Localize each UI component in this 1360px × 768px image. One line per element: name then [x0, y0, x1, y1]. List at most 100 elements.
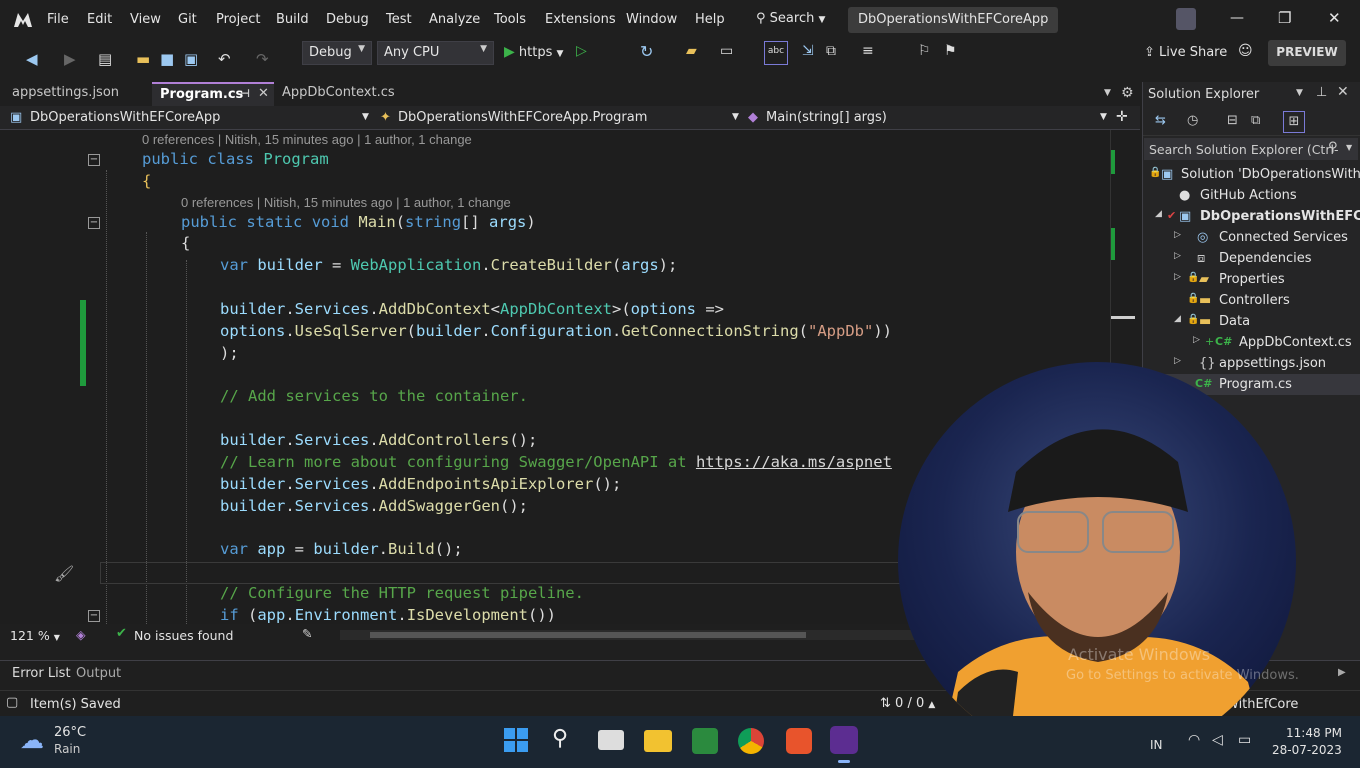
- tab-appdbcontext[interactable]: AppDbContext.cs: [274, 82, 403, 106]
- app-icon[interactable]: [786, 728, 812, 754]
- expanded-icon[interactable]: ◢: [1155, 209, 1162, 219]
- zoom-level[interactable]: 121 % ▼: [10, 628, 60, 643]
- app-icon[interactable]: [692, 728, 718, 754]
- new-item-icon[interactable]: ▤: [98, 50, 112, 68]
- collapse-all-icon[interactable]: ⊟: [1227, 113, 1238, 128]
- menu-file[interactable]: File: [47, 12, 69, 27]
- collapse-icon[interactable]: −: [88, 610, 100, 622]
- class-dropdown[interactable]: ✦ DbOperationsWithEFCoreApp.Program ▼: [378, 108, 742, 128]
- code-lens[interactable]: 0 references | Nitish, 15 minutes ago | …: [181, 195, 511, 210]
- save-all-icon[interactable]: ▣: [184, 50, 198, 68]
- search-solution-explorer[interactable]: Search Solution Explorer (Ctrl- ⚲ ▼: [1144, 138, 1358, 160]
- feedback-icon[interactable]: ☺: [1238, 43, 1253, 59]
- copilot-icon[interactable]: ◈: [76, 627, 86, 642]
- minimize-button[interactable]: —: [1230, 10, 1244, 26]
- menu-debug[interactable]: Debug: [326, 12, 369, 27]
- collapsed-icon[interactable]: ▷: [1174, 356, 1181, 366]
- preview-button[interactable]: PREVIEW: [1268, 40, 1346, 66]
- account-avatar[interactable]: [1176, 8, 1196, 30]
- history-icon[interactable]: ◷: [1187, 113, 1198, 128]
- tree-item-dependencies[interactable]: ▷ ⧈ Dependencies: [1143, 248, 1360, 269]
- split-icon[interactable]: ✛: [1116, 109, 1128, 125]
- back-icon[interactable]: ◀: [26, 50, 38, 68]
- vs-logo-icon[interactable]: [12, 9, 34, 31]
- visual-studio-icon[interactable]: [830, 726, 858, 754]
- show-all-icon[interactable]: ⧉: [1251, 113, 1260, 128]
- project-dropdown[interactable]: ▣ DbOperationsWithEFCoreApp ▼: [8, 108, 372, 128]
- tree-item-appdbcontext[interactable]: ▷ + C# AppDbContext.cs: [1143, 332, 1360, 353]
- collapsed-icon[interactable]: ▷: [1174, 251, 1181, 261]
- bookmark-prev-icon[interactable]: ⚑: [944, 43, 957, 59]
- scroll-thumb[interactable]: [370, 632, 806, 638]
- cleanup-icon[interactable]: ✎: [302, 626, 312, 641]
- menu-edit[interactable]: Edit: [87, 12, 112, 27]
- quick-actions-icon[interactable]: 🖌: [54, 564, 74, 583]
- tree-item-solution[interactable]: 🔒 ▣ Solution 'DbOperationsWithEF: [1143, 164, 1360, 185]
- chrome-icon[interactable]: [738, 728, 764, 754]
- bookmark-icon[interactable]: ⚐: [918, 43, 931, 59]
- tree-item-project[interactable]: ◢ ✔ ▣ DbOperationsWithEFCore: [1143, 206, 1360, 227]
- platform-select[interactable]: Any CPU ▼: [377, 41, 494, 65]
- layout-icon[interactable]: ▭: [720, 43, 733, 59]
- scroll-right-icon[interactable]: ▶: [1338, 667, 1346, 678]
- search-button[interactable]: ⚲ Search ▼: [756, 11, 825, 26]
- hot-reload-icon[interactable]: ↻: [640, 42, 653, 61]
- tree-item-connected-services[interactable]: ▷ ◎ Connected Services: [1143, 227, 1360, 248]
- weather-condition[interactable]: Rain: [54, 742, 80, 756]
- close-button[interactable]: ✕: [1328, 9, 1341, 27]
- menu-help[interactable]: Help: [695, 12, 725, 27]
- sync-icon[interactable]: ⇆: [1155, 113, 1166, 128]
- close-tab-icon[interactable]: ✕: [258, 86, 269, 101]
- spell-check-icon[interactable]: abc: [764, 41, 788, 65]
- step-icon[interactable]: ⇲: [802, 43, 814, 59]
- view-switch-icon[interactable]: ⊞: [1283, 111, 1305, 133]
- configuration-select[interactable]: Debug ▼: [302, 41, 372, 65]
- temperature[interactable]: 26°C: [54, 725, 86, 740]
- menu-build[interactable]: Build: [276, 12, 309, 27]
- tree-item-properties[interactable]: ▷ 🔒 ▰ Properties: [1143, 269, 1360, 290]
- settings-gear-icon[interactable]: ⚙: [1121, 85, 1134, 101]
- menu-test[interactable]: Test: [386, 12, 412, 27]
- tab-program[interactable]: Program.cs ⊣ ✕: [152, 82, 274, 106]
- docs-link[interactable]: https://aka.ms/aspnet: [696, 453, 892, 471]
- tree-item-appsettings[interactable]: ▷ {} appsettings.json: [1143, 353, 1360, 374]
- run-button[interactable]: ▶ https ▼: [504, 44, 563, 60]
- windows-start-icon[interactable]: [504, 728, 528, 752]
- clock-time[interactable]: 11:48 PM: [1286, 726, 1342, 740]
- tab-appsettings[interactable]: appsettings.json: [4, 82, 127, 106]
- git-changes-counter[interactable]: ⇅ 0 / 0 ▲: [880, 696, 935, 711]
- menu-window[interactable]: Window: [626, 12, 677, 27]
- menu-project[interactable]: Project: [216, 12, 260, 27]
- file-explorer-icon[interactable]: [644, 730, 672, 752]
- collapse-icon[interactable]: −: [88, 154, 100, 166]
- close-panel-icon[interactable]: ✕: [1337, 84, 1349, 100]
- tab-error-list[interactable]: Error List: [12, 666, 71, 681]
- tab-output[interactable]: Output: [76, 666, 121, 681]
- restore-button[interactable]: ❐: [1278, 9, 1291, 27]
- pin-icon[interactable]: ⊣: [240, 87, 250, 100]
- tab-overflow-icon[interactable]: ▼: [1104, 88, 1111, 98]
- save-icon[interactable]: ■: [160, 50, 174, 68]
- taskbar-search-icon[interactable]: ⚲: [552, 726, 568, 751]
- compare-icon[interactable]: ⧉: [826, 43, 836, 59]
- start-without-debugging-icon[interactable]: ▷: [576, 43, 587, 59]
- menu-tools[interactable]: Tools: [494, 12, 526, 27]
- collapse-icon[interactable]: −: [88, 217, 100, 229]
- undo-icon[interactable]: ↶: [218, 50, 231, 68]
- issues-status[interactable]: No issues found: [134, 628, 233, 643]
- live-share-button[interactable]: ⇪ Live Share: [1144, 45, 1227, 60]
- expanded-icon[interactable]: ◢: [1174, 314, 1181, 324]
- task-view-icon[interactable]: [598, 730, 624, 750]
- forward-icon[interactable]: ▶: [64, 50, 76, 68]
- open-folder-icon[interactable]: ▬: [136, 50, 150, 68]
- member-dropdown[interactable]: ◆ Main(string[] args) ▼: [746, 108, 1110, 128]
- weather-icon[interactable]: ☁: [20, 726, 44, 754]
- tree-item-data[interactable]: ◢ 🔒 ▬ Data: [1143, 311, 1360, 332]
- tree-item-github-actions[interactable]: ● GitHub Actions: [1143, 185, 1360, 206]
- tree-item-controllers[interactable]: 🔒 ▬ Controllers: [1143, 290, 1360, 311]
- redo-icon[interactable]: ↷: [256, 50, 269, 68]
- battery-icon[interactable]: ▭: [1238, 732, 1251, 748]
- menu-git[interactable]: Git: [178, 12, 197, 27]
- wifi-icon[interactable]: ◠: [1188, 732, 1200, 748]
- collapsed-icon[interactable]: ▷: [1174, 272, 1181, 282]
